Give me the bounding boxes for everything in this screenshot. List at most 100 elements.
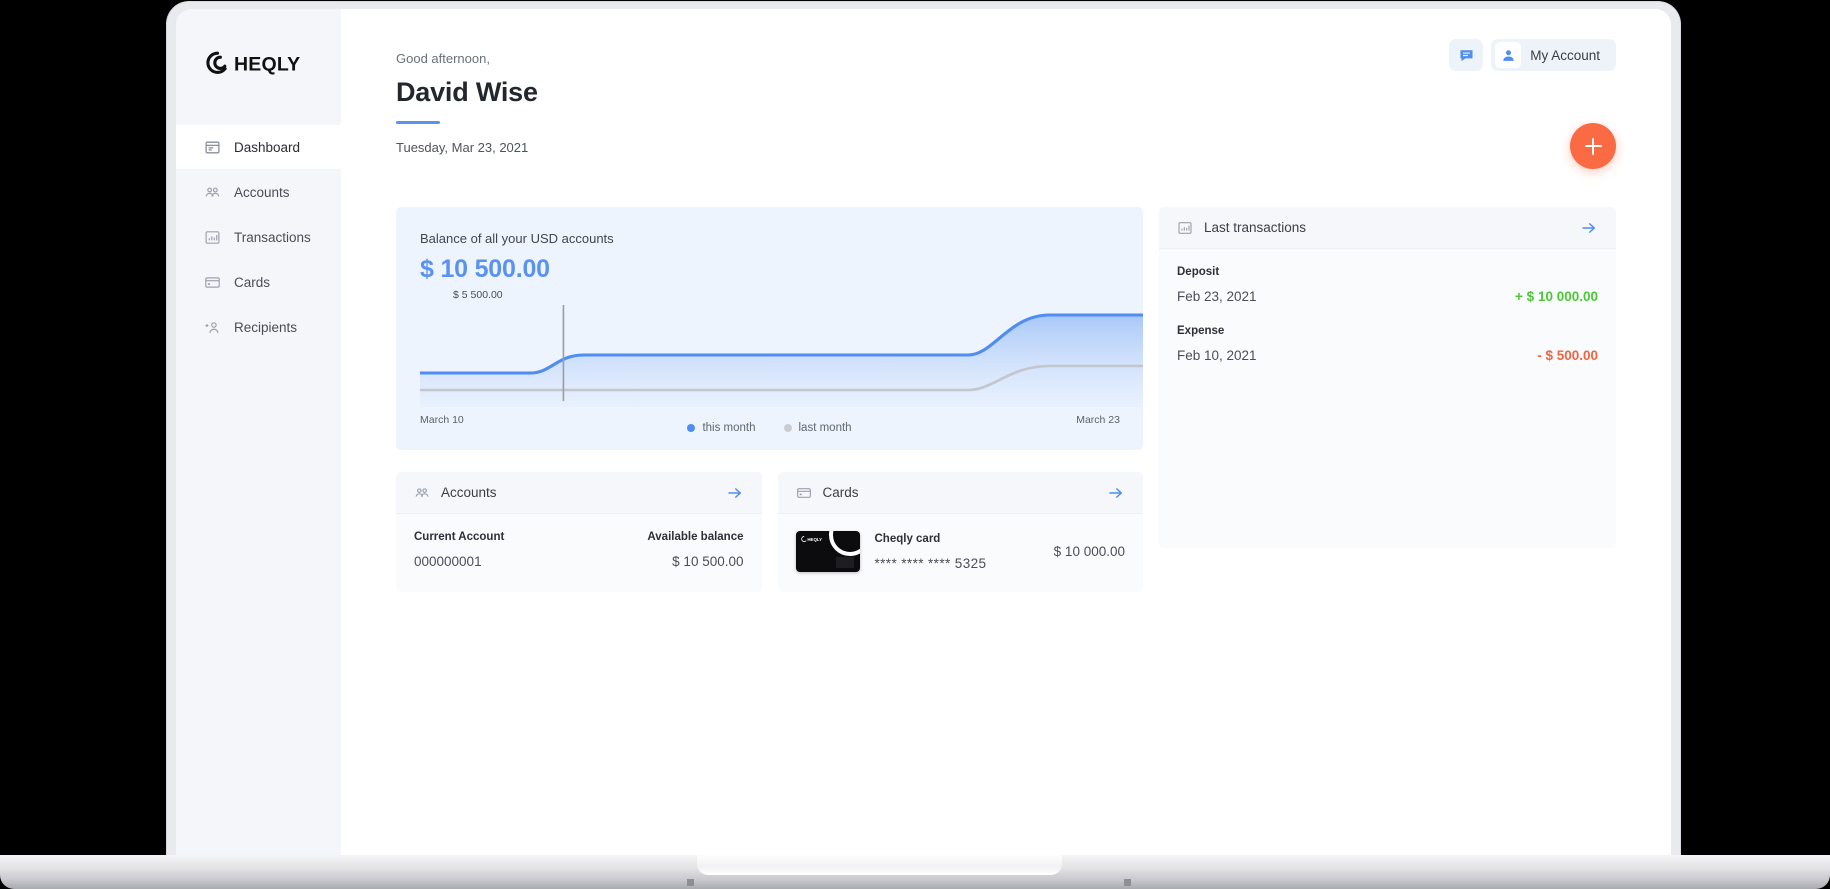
card-arc-decoration (828, 531, 860, 556)
card-amount: $ 10 000.00 (1053, 544, 1125, 559)
transaction-row[interactable]: Expense Feb 10, 2021 - $ 500.00 (1177, 325, 1598, 363)
transactions-icon (205, 230, 220, 244)
legend-item-last-month[interactable]: last month (783, 422, 852, 434)
avatar (1495, 42, 1522, 68)
transactions-card-title: Last transactions (1204, 220, 1307, 235)
sidebar-nav: Dashboard Accounts Transactions Cards Re… (176, 125, 341, 349)
legend-dot-gray (783, 424, 792, 432)
arrow-right-icon[interactable] (1580, 219, 1598, 237)
card-name: Cheqly card (874, 532, 941, 545)
balance-chart: $ 5 500.00 March 10 March 23 (420, 289, 1143, 426)
legend-label: last month (798, 422, 852, 434)
account-number: 000000001 (414, 554, 482, 569)
sidebar-item-dashboard[interactable]: Dashboard (176, 125, 341, 169)
transaction-type: Deposit (1177, 266, 1220, 278)
dashboard-grid: Balance of all your USD accounts $ 10 50… (396, 207, 1616, 592)
chart-bars-icon (1178, 221, 1192, 234)
browser-screen: HEQLY Dashboard Accounts Transactions Ca… (176, 9, 1671, 857)
accounts-card-title: Accounts (441, 485, 497, 500)
transaction-amount: + $ 10 000.00 (1515, 289, 1598, 304)
laptop-mockup: HEQLY Dashboard Accounts Transactions Ca… (0, 0, 1830, 889)
sidebar-item-cards[interactable]: Cards (176, 260, 341, 304)
main-content: My Account Good afternoon, David Wise Tu… (341, 9, 1671, 857)
transaction-row[interactable]: Deposit Feb 23, 2021 + $ 10 000.00 (1177, 266, 1598, 304)
accounts-card-header: Accounts (396, 472, 762, 514)
card-thumbnail: HEQLY (795, 531, 860, 572)
accounts-values-row: 000000001 $ 10 500.00 (414, 543, 744, 569)
plus-icon-vertical (1592, 137, 1594, 155)
summary-cards-row: Accounts Current Account Available balan… (396, 472, 1143, 592)
accounts-card: Accounts Current Account Available balan… (396, 472, 762, 592)
card-details: Cheqly card **** **** **** 5325 (875, 533, 1039, 571)
sidebar-item-label: Accounts (234, 184, 290, 200)
card-list-item[interactable]: HEQLY Cheqly card **** **** **** 5325 $ … (795, 531, 1125, 572)
sidebar-item-label: Transactions (234, 229, 311, 245)
accounts-icon (415, 487, 429, 497)
add-button[interactable] (1570, 123, 1616, 169)
balance-label: Balance of all your USD accounts (420, 231, 614, 246)
sidebar: HEQLY Dashboard Accounts Transactions Ca… (176, 9, 341, 857)
balance-amount: $ 10 500.00 (420, 255, 550, 283)
person-icon (1503, 49, 1514, 61)
legend-item-this-month[interactable]: this month (687, 422, 756, 434)
transactions-card-body: Deposit Feb 23, 2021 + $ 10 000.00 Expen… (1159, 249, 1616, 383)
svg-text:HEQLY: HEQLY (807, 537, 822, 542)
cards-card: Cards HEQLY Cheqly card **** **** **** 5… (777, 472, 1144, 592)
my-account-button[interactable]: My Account (1491, 39, 1616, 71)
greeting-text: Good afternoon, (396, 51, 490, 66)
add-person-icon (205, 321, 219, 333)
transaction-amount: - $ 500.00 (1537, 348, 1598, 363)
accounts-icon (205, 187, 220, 196)
card-chip-decoration (835, 557, 854, 568)
laptop-notch (697, 855, 1062, 875)
sidebar-item-label: Recipients (234, 319, 298, 335)
arrow-right-icon[interactable] (1107, 484, 1125, 502)
legend-label: this month (702, 422, 756, 434)
brand-logo[interactable]: HEQLY (176, 9, 341, 117)
cheqly-logo-icon: HEQLY (206, 51, 300, 75)
chat-icon (1460, 49, 1473, 61)
base-dot-left (687, 879, 694, 886)
account-name-label: Current Account (414, 531, 505, 543)
transaction-type: Expense (1177, 325, 1225, 337)
transaction-date: Feb 10, 2021 (1177, 348, 1257, 363)
cards-icon (796, 487, 811, 498)
balance-chart-card: Balance of all your USD accounts $ 10 50… (396, 207, 1143, 450)
chat-button[interactable] (1449, 39, 1484, 71)
sidebar-item-label: Cards (234, 274, 271, 290)
sidebar-item-label: Dashboard (234, 139, 301, 155)
right-column: Last transactions Deposit Feb 23, 2021 +… (1159, 207, 1616, 548)
account-balance: $ 10 500.00 (672, 554, 744, 569)
sidebar-item-accounts[interactable]: Accounts (176, 170, 341, 214)
transaction-date: Feb 23, 2021 (1177, 289, 1257, 304)
marker-value-label: $ 5 500.00 (453, 289, 503, 301)
sidebar-item-transactions[interactable]: Transactions (176, 215, 341, 259)
cheqly-card-logo-icon: HEQLY (800, 536, 822, 542)
cards-card-title: Cards (822, 485, 859, 500)
arrow-right-icon[interactable] (726, 484, 744, 502)
topbar: My Account (1449, 39, 1616, 71)
last-transactions-card: Last transactions Deposit Feb 23, 2021 +… (1159, 207, 1616, 548)
accounts-card-body: Current Account Available balance 000000… (396, 514, 762, 589)
page-title: David Wise (396, 77, 538, 107)
cards-card-header: Cards (777, 472, 1143, 514)
accounts-labels-row: Current Account Available balance (414, 531, 744, 543)
cards-icon (205, 276, 220, 288)
available-balance-label: Available balance (647, 531, 744, 543)
this-month-area (420, 315, 1143, 407)
chart-legend: this month last month (396, 422, 1143, 434)
transactions-card-header: Last transactions (1159, 207, 1616, 249)
greeting-block: Good afternoon, David Wise Tuesday, Mar … (396, 9, 1616, 155)
transaction-line: Feb 10, 2021 - $ 500.00 (1177, 348, 1598, 363)
base-dot-right (1124, 879, 1131, 886)
transaction-line: Feb 23, 2021 + $ 10 000.00 (1177, 289, 1598, 304)
dashboard-icon (205, 141, 220, 153)
left-column: Balance of all your USD accounts $ 10 50… (396, 207, 1143, 592)
my-account-label: My Account (1530, 47, 1600, 63)
cards-card-body: HEQLY Cheqly card **** **** **** 5325 $ … (778, 514, 1144, 592)
title-underline (396, 121, 440, 124)
sidebar-item-recipients[interactable]: Recipients (176, 305, 341, 349)
svg-text:HEQLY: HEQLY (234, 53, 300, 75)
app-root: HEQLY Dashboard Accounts Transactions Ca… (176, 9, 1671, 857)
legend-dot-blue (687, 424, 696, 432)
